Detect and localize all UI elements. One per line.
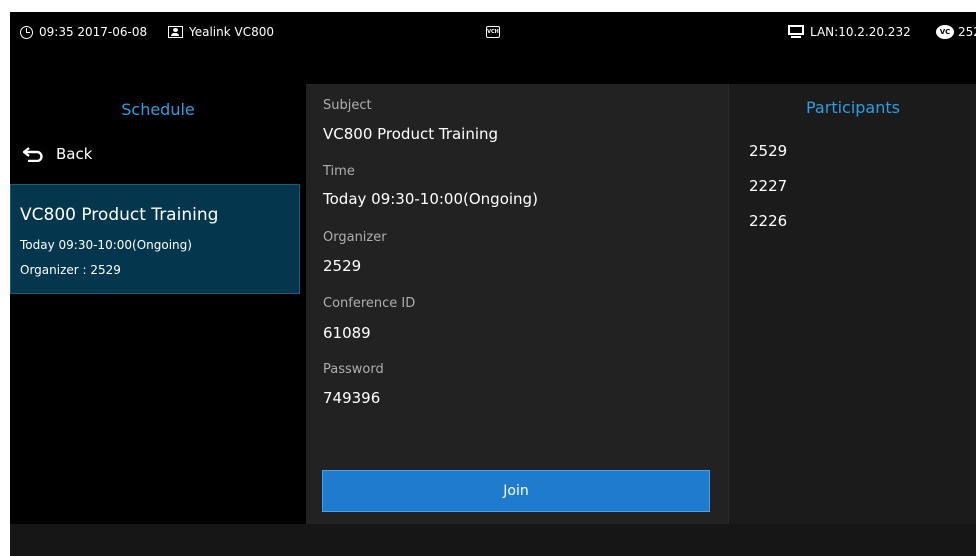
- status-network: LAN:10.2.20.232: [788, 12, 911, 52]
- time-label: Time: [323, 164, 355, 179]
- meeting-item-title: VC800 Product Training: [20, 205, 219, 225]
- sub-bar: [10, 52, 976, 84]
- subject-value: VC800 Product Training: [323, 125, 499, 143]
- status-vch: VCH: [486, 12, 500, 52]
- status-bar: 09:35 2017-06-08 Yealink VC800 VCH LAN:1…: [10, 12, 976, 52]
- device-icon: [168, 26, 183, 38]
- participants-panel: Participants 2529 2227 2226: [728, 84, 976, 524]
- status-account: VC 2529: [936, 12, 976, 52]
- status-network-text: LAN:10.2.20.232: [810, 25, 911, 39]
- status-time-text: 09:35 2017-06-08: [39, 25, 148, 39]
- meeting-item-organizer: Organizer : 2529: [20, 263, 121, 277]
- password-value: 749396: [323, 389, 381, 407]
- schedule-panel: Schedule Back VC800 Product Training Tod…: [10, 84, 306, 524]
- conference-id-label: Conference ID: [323, 296, 416, 311]
- subject-label: Subject: [323, 98, 372, 113]
- schedule-title: Schedule: [121, 100, 195, 119]
- clock-icon: [20, 25, 33, 39]
- participant-item: 2227: [749, 177, 788, 195]
- participant-item: 2529: [749, 142, 788, 160]
- status-device-text: Yealink VC800: [189, 25, 275, 39]
- bottom-bar: [10, 524, 976, 556]
- participants-title: Participants: [806, 98, 900, 117]
- status-account-text: 2529: [958, 25, 976, 39]
- lan-icon: [788, 25, 804, 39]
- participant-item: 2226: [749, 212, 788, 230]
- password-label: Password: [323, 362, 384, 377]
- status-device: Yealink VC800: [168, 12, 274, 52]
- meeting-item-time: Today 09:30-10:00(Ongoing): [20, 238, 192, 252]
- back-label: Back: [56, 145, 93, 163]
- join-button[interactable]: Join: [322, 470, 710, 512]
- screen: 09:35 2017-06-08 Yealink VC800 VCH LAN:1…: [10, 12, 976, 556]
- organizer-value: 2529: [323, 257, 362, 275]
- back-button[interactable]: Back: [22, 142, 92, 166]
- back-arrow-icon: [22, 147, 43, 162]
- meeting-list-item[interactable]: VC800 Product Training Today 09:30-10:00…: [10, 184, 300, 294]
- vc-account-icon: VC: [936, 25, 954, 39]
- organizer-label: Organizer: [323, 230, 387, 245]
- meeting-details-panel: Subject VC800 Product Training Time Toda…: [306, 84, 728, 524]
- time-value: Today 09:30-10:00(Ongoing): [323, 190, 538, 208]
- conference-id-value: 61089: [323, 324, 371, 342]
- status-time: 09:35 2017-06-08: [20, 12, 147, 52]
- vch-icon: VCH: [486, 26, 500, 38]
